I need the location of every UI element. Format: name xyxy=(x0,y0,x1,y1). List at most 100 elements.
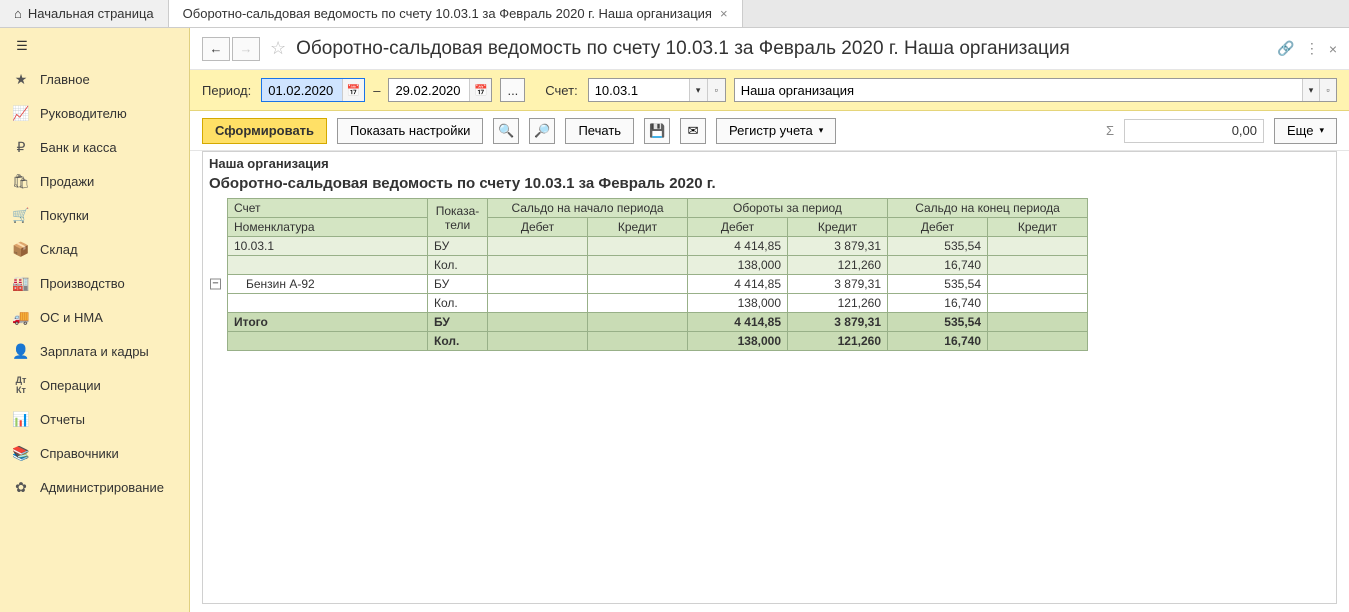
calendar-icon[interactable]: 📅 xyxy=(469,79,491,101)
sidebar-item-ops[interactable]: ДтКтОперации xyxy=(0,368,189,402)
sidebar-item-manager[interactable]: 📈Руководителю xyxy=(0,96,189,130)
ruble-icon: ₽ xyxy=(12,139,30,156)
date-from-field[interactable]: 📅 xyxy=(261,78,365,102)
menu-icon[interactable]: ☰ xyxy=(10,36,34,56)
col-cb-debit: Дебет xyxy=(888,218,988,237)
open-icon[interactable]: ▫ xyxy=(707,79,725,101)
table-row[interactable]: 10.03.1 БУ 4 414,853 879,31 535,54 xyxy=(228,237,1088,256)
sum-field[interactable]: 0,00 xyxy=(1124,119,1264,143)
col-account: Счет xyxy=(228,199,428,218)
sigma-icon: Σ xyxy=(1106,123,1114,138)
table-row[interactable]: −Бензин А-92 БУ 4 414,853 879,31 535,54 xyxy=(228,275,1088,294)
date-to-field[interactable]: 📅 xyxy=(388,78,492,102)
more-icon[interactable]: ⋮ xyxy=(1305,40,1319,57)
page-title: Оборотно-сальдовая ведомость по счету 10… xyxy=(296,38,1267,60)
save-button[interactable]: 💾 xyxy=(644,118,670,144)
register-button[interactable]: Регистр учета▾ xyxy=(716,118,836,144)
report-table: Счет Показа- тели Сальдо на начало перио… xyxy=(227,198,1088,351)
sidebar-item-admin[interactable]: ✿Администрирование xyxy=(0,470,189,504)
save-icon: 💾 xyxy=(649,123,665,139)
table-row[interactable]: Кол. 138,000121,260 16,740 xyxy=(228,256,1088,275)
favorite-icon[interactable]: ☆ xyxy=(270,38,286,59)
mail-icon: ✉ xyxy=(688,123,699,139)
filter-panel: Период: 📅 – 📅 ... Счет: ▾ ▫ ▾ ▫ xyxy=(190,70,1349,111)
date-from-input[interactable] xyxy=(262,79,342,101)
table-row[interactable]: Итого БУ 4 414,853 879,31 535,54 xyxy=(228,313,1088,332)
print-button[interactable]: Печать xyxy=(565,118,634,144)
date-to-input[interactable] xyxy=(389,79,469,101)
link-icon[interactable]: 🔗 xyxy=(1277,40,1294,57)
col-t-debit: Дебет xyxy=(688,218,788,237)
star-icon: ★ xyxy=(12,71,30,88)
account-label: Счет: xyxy=(545,83,577,98)
tab-report[interactable]: Оборотно-сальдовая ведомость по счету 10… xyxy=(169,0,743,27)
box-icon: 📦 xyxy=(12,241,30,258)
bars-icon: 📊 xyxy=(12,411,30,428)
chart-up-icon: 📈 xyxy=(12,105,30,122)
zoom-out-icon: 🔎 xyxy=(534,123,550,139)
tab-bar: ⌂ Начальная страница Оборотно-сальдовая … xyxy=(0,0,1349,28)
zoom-in-button[interactable]: 🔍 xyxy=(493,118,519,144)
table-row[interactable]: Кол. 138,000121,260 16,740 xyxy=(228,332,1088,351)
col-ob-credit: Кредит xyxy=(588,218,688,237)
sidebar-item-os-nma[interactable]: 🚚ОС и НМА xyxy=(0,300,189,334)
sidebar-item-main[interactable]: ★Главное xyxy=(0,62,189,96)
sidebar-item-salary[interactable]: 👤Зарплата и кадры xyxy=(0,334,189,368)
period-dash: – xyxy=(373,83,380,98)
chevron-down-icon: ▾ xyxy=(819,125,824,136)
settings-button[interactable]: Показать настройки xyxy=(337,118,483,144)
home-icon: ⌂ xyxy=(14,6,22,21)
col-cb-credit: Кредит xyxy=(988,218,1088,237)
sidebar-item-production[interactable]: 🏭Производство xyxy=(0,266,189,300)
mail-button[interactable]: ✉ xyxy=(680,118,706,144)
org-input[interactable] xyxy=(735,79,1302,101)
books-icon: 📚 xyxy=(12,445,30,462)
tab-home-label: Начальная страница xyxy=(28,6,154,21)
nav-back-button[interactable]: ← xyxy=(202,37,230,61)
period-label: Период: xyxy=(202,83,251,98)
sidebar-item-bank[interactable]: ₽Банк и касса xyxy=(0,130,189,164)
col-turnover: Обороты за период xyxy=(688,199,888,218)
person-icon: 👤 xyxy=(12,343,30,360)
zoom-in-icon: 🔍 xyxy=(498,123,514,139)
col-nomenclature: Номенклатура xyxy=(228,218,428,237)
sidebar-item-stock[interactable]: 📦Склад xyxy=(0,232,189,266)
gear-icon: ✿ xyxy=(12,479,30,496)
account-combo[interactable]: ▾ ▫ xyxy=(588,78,726,102)
tree-collapse-icon[interactable]: − xyxy=(210,279,221,290)
content: ← → ☆ Оборотно-сальдовая ведомость по сч… xyxy=(190,28,1349,612)
tab-home[interactable]: ⌂ Начальная страница xyxy=(0,0,169,27)
sidebar-item-sales[interactable]: 🛍Продажи xyxy=(0,164,189,198)
cart-icon: 🛒 xyxy=(12,207,30,224)
sidebar-item-reports[interactable]: 📊Отчеты xyxy=(0,402,189,436)
truck-icon: 🚚 xyxy=(12,309,30,326)
close-page-icon[interactable]: × xyxy=(1329,41,1337,57)
nav-forward-button[interactable]: → xyxy=(232,37,260,61)
calendar-icon[interactable]: 📅 xyxy=(342,79,364,101)
org-combo[interactable]: ▾ ▫ xyxy=(734,78,1337,102)
title-bar: ← → ☆ Оборотно-сальдовая ведомость по сч… xyxy=(190,28,1349,70)
zoom-out-button[interactable]: 🔎 xyxy=(529,118,555,144)
tab-report-label: Оборотно-сальдовая ведомость по счету 10… xyxy=(183,6,712,21)
period-picker-button[interactable]: ... xyxy=(500,78,525,102)
open-icon[interactable]: ▫ xyxy=(1319,79,1336,101)
more-button[interactable]: Еще▾ xyxy=(1274,118,1337,144)
col-close-balance: Сальдо на конец периода xyxy=(888,199,1088,218)
col-ob-debit: Дебет xyxy=(488,218,588,237)
bag-icon: 🛍 xyxy=(12,173,30,190)
report-title: Оборотно-сальдовая ведомость по счету 10… xyxy=(203,173,1336,198)
account-input[interactable] xyxy=(589,79,689,101)
chevron-down-icon[interactable]: ▾ xyxy=(689,79,707,101)
sidebar-item-purchases[interactable]: 🛒Покупки xyxy=(0,198,189,232)
form-button[interactable]: Сформировать xyxy=(202,118,327,144)
close-icon[interactable]: × xyxy=(720,6,728,21)
toolbar: Сформировать Показать настройки 🔍 🔎 Печа… xyxy=(190,111,1349,151)
chevron-down-icon[interactable]: ▾ xyxy=(1302,79,1319,101)
sidebar: ☰ ★Главное 📈Руководителю ₽Банк и касса 🛍… xyxy=(0,28,190,612)
report-scroll[interactable]: Наша организация Оборотно-сальдовая ведо… xyxy=(202,151,1337,604)
report-area: Наша организация Оборотно-сальдовая ведо… xyxy=(190,151,1349,612)
table-row[interactable]: Кол. 138,000121,260 16,740 xyxy=(228,294,1088,313)
factory-icon: 🏭 xyxy=(12,275,30,292)
dtkt-icon: ДтКт xyxy=(12,375,30,395)
sidebar-item-catalogs[interactable]: 📚Справочники xyxy=(0,436,189,470)
